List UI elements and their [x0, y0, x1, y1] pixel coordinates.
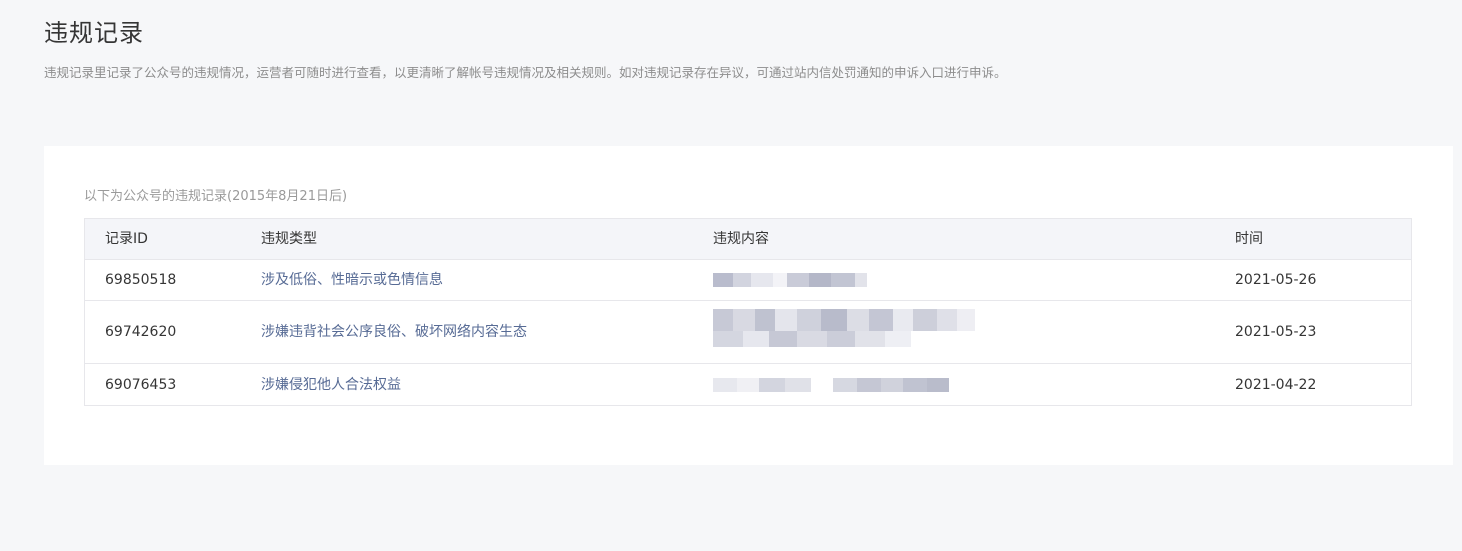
violation-content-redacted: [693, 301, 1215, 363]
page-title: 违规记录: [44, 19, 144, 48]
violation-content-redacted: [693, 364, 1215, 405]
table-row: 69742620 涉嫌违背社会公序良俗、破坏网络内容生态 2021-05-23: [85, 301, 1411, 364]
violation-type-link[interactable]: 涉及低俗、性暗示或色情信息: [241, 270, 693, 290]
records-card: 以下为公众号的违规记录(2015年8月21日后) 记录ID 违规类型 违规内容 …: [44, 146, 1453, 465]
table-row: 69850518 涉及低俗、性暗示或色情信息 2021-05-26: [85, 260, 1411, 301]
violation-type-link[interactable]: 涉嫌违背社会公序良俗、破坏网络内容生态: [241, 322, 693, 342]
redacted-mosaic: [713, 309, 975, 331]
record-id: 69076453: [105, 376, 177, 393]
redacted-mosaic: [713, 378, 949, 392]
record-time: 2021-04-22: [1235, 376, 1317, 393]
redacted-mosaic: [713, 273, 867, 287]
table-row: 69076453 涉嫌侵犯他人合法权益 2021-04-22: [85, 364, 1411, 405]
records-table: 记录ID 违规类型 违规内容 时间 69850518 涉及低俗、性暗示或色情信息: [84, 218, 1412, 406]
redacted-mosaic: [713, 331, 911, 347]
records-caption: 以下为公众号的违规记录(2015年8月21日后): [84, 189, 348, 204]
page-description: 违规记录里记录了公众号的违规情况，运营者可随时进行查看，以更清晰了解帐号违规情况…: [44, 65, 1007, 80]
record-id: 69742620: [105, 324, 177, 340]
record-id: 69850518: [105, 272, 177, 288]
record-time: 2021-05-23: [1235, 324, 1317, 340]
violation-content-redacted: [693, 260, 1215, 300]
table-header: 记录ID 违规类型 违规内容 时间: [85, 219, 1411, 260]
record-time: 2021-05-26: [1235, 272, 1317, 288]
column-header-type: 违规类型: [261, 231, 317, 247]
column-header-content: 违规内容: [713, 231, 769, 247]
violation-type-link[interactable]: 涉嫌侵犯他人合法权益: [241, 375, 693, 395]
column-header-id: 记录ID: [105, 231, 148, 247]
column-header-time: 时间: [1235, 231, 1263, 247]
